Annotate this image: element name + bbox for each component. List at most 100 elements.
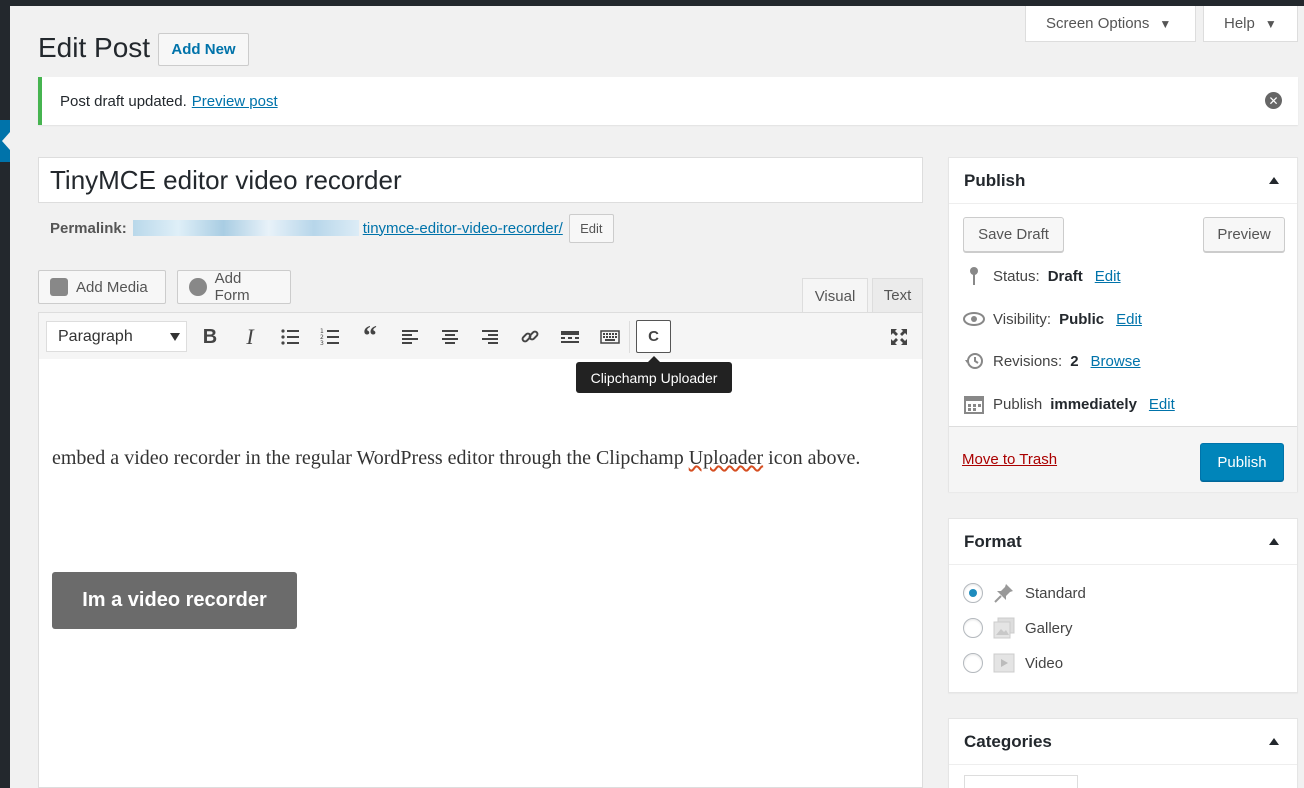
publish-button[interactable]: Publish [1200,443,1284,481]
pin-icon [963,266,985,286]
pushpin-icon [993,582,1015,604]
read-more-icon[interactable] [555,322,585,352]
video-recorder-button[interactable]: Im a video recorder [52,572,297,629]
misspelled-word: Uploader [688,447,764,469]
collapse-arrow-icon[interactable] [1269,538,1279,545]
permalink-label: Permalink: [50,219,127,237]
category-tabs [964,775,1078,788]
editor-content-area[interactable]: embed a video recorder in the regular Wo… [38,359,923,788]
chevron-down-icon [170,333,180,341]
format-radio-standard[interactable] [963,583,983,603]
add-media-label: Add Media [76,278,148,296]
format-box: Format Standard Gallery Video [948,518,1298,693]
fullscreen-icon[interactable] [884,322,914,352]
numbered-list-icon[interactable]: 123 [315,322,345,352]
post-title-input[interactable]: TinyMCE editor video recorder [38,157,923,203]
align-left-icon[interactable] [395,322,425,352]
permalink: Permalink: tinymce-editor-video-recorder… [50,213,614,243]
format-radio-video[interactable] [963,653,983,673]
visibility-value: Public [1059,310,1105,328]
calendar-icon [963,394,985,414]
link-icon[interactable] [515,322,545,352]
bold-icon[interactable]: B [195,322,225,352]
dismiss-icon[interactable]: ✕ [1265,92,1282,109]
history-icon [963,351,985,371]
bullet-list-icon[interactable] [275,322,305,352]
schedule-label: Publish [993,395,1043,413]
collapse-arrow-icon[interactable] [1269,177,1279,184]
italic-icon[interactable]: I [235,322,265,352]
format-option-gallery[interactable]: Gallery [963,617,1073,639]
toolbar-toggle-icon[interactable] [595,322,625,352]
publish-box-header[interactable]: Publish [949,158,1297,204]
format-select[interactable]: Paragraph [46,321,187,352]
permalink-blurred-base [132,220,359,236]
format-label-video: Video [1025,654,1064,672]
caret-down-icon: ▼ [1159,16,1172,31]
revisions-row: Revisions: 2 Browse [963,351,1141,371]
gallery-icon [993,617,1015,639]
current-menu-arrow-icon [0,120,10,162]
editor-paragraph: embed a video recorder in the regular Wo… [52,443,902,473]
format-option-standard[interactable]: Standard [963,582,1086,604]
format-radio-gallery[interactable] [963,618,983,638]
permalink-link[interactable]: tinymce-editor-video-recorder/ [363,220,563,237]
schedule-edit-link[interactable]: Edit [1149,396,1175,413]
revisions-value: 2 [1070,352,1079,370]
format-label-gallery: Gallery [1025,619,1073,637]
svg-text:3: 3 [320,340,324,347]
page-title: Edit Post [38,32,151,63]
add-form-button[interactable]: Add Form [177,270,291,304]
revisions-label: Revisions: [993,352,1063,370]
categories-box-header[interactable]: Categories [949,719,1297,765]
schedule-row: Publish immediately Edit [963,394,1175,414]
categories-box-title: Categories [964,731,1052,751]
tab-visual[interactable]: Visual [802,278,868,315]
tab-text[interactable]: Text [872,278,923,313]
align-right-icon[interactable] [475,322,505,352]
add-new-button[interactable]: Add New [158,33,249,66]
help-tab[interactable]: Help ▼ [1203,6,1298,42]
notice-text: Post draft updated. [60,92,187,110]
visibility-label: Visibility: [993,310,1052,328]
clipchamp-uploader-button[interactable]: C [636,320,671,353]
preview-button[interactable]: Preview [1203,217,1285,252]
categories-box: Categories [948,718,1298,788]
status-value: Draft [1047,267,1083,285]
edit-slug-button[interactable]: Edit [568,213,614,243]
save-draft-button[interactable]: Save Draft [963,217,1064,252]
add-media-button[interactable]: Add Media [38,270,166,304]
revisions-browse-link[interactable]: Browse [1091,353,1141,370]
update-notice: Post draft updated. Preview post ✕ [38,77,1298,125]
screen-options-tab[interactable]: Screen Options ▼ [1025,6,1196,42]
format-select-value: Paragraph [58,327,133,345]
toolbar-divider [629,321,630,353]
format-box-title: Format [964,531,1022,551]
help-label: Help [1224,15,1255,32]
schedule-value: immediately [1050,395,1137,413]
eye-icon [963,309,985,329]
format-label-standard: Standard [1025,584,1086,602]
caret-down-icon: ▼ [1264,16,1277,31]
visibility-edit-link[interactable]: Edit [1116,311,1142,328]
format-option-video[interactable]: Video [963,652,1063,674]
video-icon [993,652,1015,674]
paragraph-text-start: embed a video recorder in the regular Wo… [52,447,689,469]
publish-box-title: Publish [964,170,1026,190]
editor-toolbar: Paragraph B I 123 “ C [38,312,923,360]
tab-all-categories[interactable] [964,775,1078,788]
visibility-row: Visibility: Public Edit [963,309,1142,329]
publish-box: Publish Save Draft Preview Status: Draft… [948,157,1298,492]
status-row: Status: Draft Edit [963,266,1121,286]
format-box-header[interactable]: Format [949,519,1297,565]
move-to-trash-link[interactable]: Move to Trash [962,451,1057,468]
preview-post-link[interactable]: Preview post [192,93,278,110]
collapse-arrow-icon[interactable] [1269,738,1279,745]
blockquote-icon[interactable]: “ [355,321,385,352]
form-icon [189,278,207,296]
status-edit-link[interactable]: Edit [1095,268,1121,285]
add-form-label: Add Form [214,270,250,304]
status-label: Status: [993,267,1040,285]
clipchamp-tooltip: Clipchamp Uploader [576,356,732,393]
align-center-icon[interactable] [435,322,465,352]
